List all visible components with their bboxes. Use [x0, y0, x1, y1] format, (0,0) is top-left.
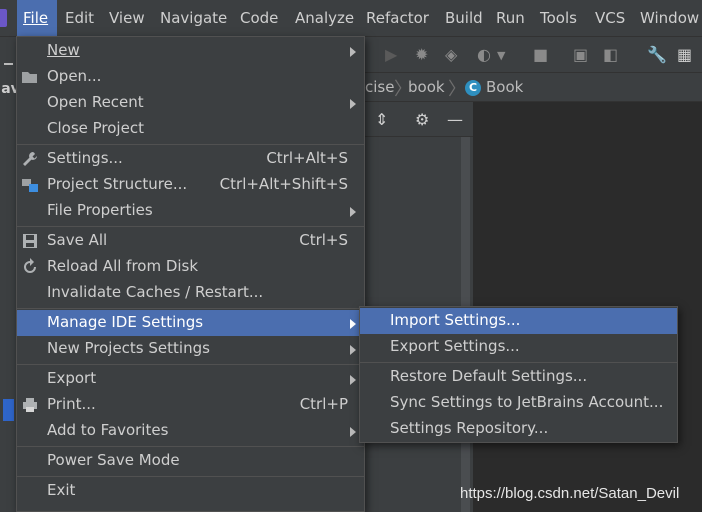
- menu-file[interactable]: File: [17, 0, 57, 36]
- reload-icon: [24, 258, 36, 273]
- menu-separator: [17, 476, 364, 477]
- menu-item-power-save-mode[interactable]: Power Save Mode: [17, 448, 364, 474]
- menu-item-project-structure[interactable]: Project Structure... Ctrl+Alt+Shift+S: [17, 172, 364, 198]
- submenu-arrow-icon: [350, 319, 356, 329]
- submenu-arrow-icon: [350, 99, 356, 109]
- selected-tool-marker: [3, 399, 14, 421]
- menu-item-open-recent[interactable]: Open Recent: [17, 90, 364, 116]
- debug-icon[interactable]: ✹: [415, 45, 428, 64]
- menu-item-exit[interactable]: Exit: [17, 478, 364, 504]
- project-structure-icon[interactable]: ▦: [677, 45, 692, 64]
- menu-analyze[interactable]: Analyze: [295, 0, 354, 36]
- menu-item-add-to-favorites[interactable]: Add to Favorites: [17, 418, 364, 444]
- folder-open-icon: [22, 72, 37, 83]
- coverage-icon[interactable]: ◈: [445, 45, 457, 64]
- minimize-icon[interactable]: —: [447, 110, 463, 129]
- menu-refactor[interactable]: Refactor: [366, 0, 429, 36]
- menu-item-new-projects-settings[interactable]: New Projects Settings: [17, 336, 364, 362]
- menu-code[interactable]: Code: [240, 0, 278, 36]
- build-icon[interactable]: ◧: [603, 45, 618, 64]
- menu-item-close-project[interactable]: Close Project: [17, 116, 364, 142]
- submenu-arrow-icon: [350, 345, 356, 355]
- breadcrumb: cise 〉 book 〉 Book: [365, 73, 702, 102]
- profile-icon[interactable]: ◐: [477, 45, 491, 64]
- menu-item-save-all[interactable]: Save All Ctrl+S: [17, 228, 364, 254]
- watermark-text: https://blog.csdn.net/Satan_Devil: [460, 485, 680, 502]
- save-icon: [23, 234, 37, 248]
- menu-tools[interactable]: Tools: [540, 0, 577, 36]
- project-panel-toolbar: ⇕ ⚙ —: [365, 102, 473, 137]
- menu-vcs[interactable]: VCS: [595, 0, 625, 36]
- menu-run[interactable]: Run: [496, 0, 525, 36]
- menu-bar: File Edit View Navigate Code Analyze Ref…: [0, 0, 702, 37]
- menu-separator: [17, 144, 364, 145]
- menu-build[interactable]: Build: [445, 0, 483, 36]
- breadcrumb-separator: 〉: [448, 79, 466, 100]
- menu-separator: [17, 226, 364, 227]
- menu-edit[interactable]: Edit: [65, 0, 94, 36]
- project-structure-icon: [22, 179, 38, 192]
- menu-window[interactable]: Window: [640, 0, 699, 36]
- breadcrumb-item[interactable]: cise: [365, 78, 394, 96]
- menu-item-open[interactable]: Open...: [17, 64, 364, 90]
- submenu-arrow-icon: [350, 47, 356, 57]
- menu-separator: [17, 308, 364, 309]
- strip-mark: [4, 63, 13, 65]
- class-icon: C: [465, 80, 481, 96]
- gear-icon[interactable]: ⚙: [415, 110, 429, 129]
- menu-item-export[interactable]: Export: [17, 366, 364, 392]
- run-icon[interactable]: ▶: [385, 45, 397, 64]
- manage-ide-settings-submenu: Import Settings... Export Settings... Re…: [359, 306, 678, 443]
- submenu-arrow-icon: [350, 207, 356, 217]
- submenu-item-sync-settings[interactable]: Sync Settings to JetBrains Account...: [360, 390, 677, 416]
- menu-item-manage-ide-settings[interactable]: Manage IDE Settings: [17, 310, 364, 336]
- wrench-icon: [23, 152, 37, 166]
- menu-item-invalidate-caches[interactable]: Invalidate Caches / Restart...: [17, 280, 364, 306]
- collapse-all-icon[interactable]: ⇕: [375, 110, 388, 129]
- submenu-item-settings-repository[interactable]: Settings Repository...: [360, 416, 677, 442]
- menu-item-file-properties[interactable]: File Properties: [17, 198, 364, 224]
- chevron-down-icon[interactable]: ▼: [497, 49, 505, 62]
- main-toolbar: ▶ ✹ ◈ ◐ ▼ ■ ▣ ◧ 🔧 ▦: [365, 37, 702, 73]
- menu-item-new[interactable]: New: [17, 38, 364, 64]
- menu-item-settings[interactable]: Settings... Ctrl+Alt+S: [17, 146, 364, 172]
- menu-item-print[interactable]: Print... Ctrl+P: [17, 392, 364, 418]
- menu-view[interactable]: View: [109, 0, 145, 36]
- file-menu: New Open... Open Recent Close Project Se…: [16, 36, 365, 512]
- wrench-icon[interactable]: 🔧: [647, 45, 667, 64]
- breadcrumb-item[interactable]: book: [408, 78, 445, 96]
- menu-navigate[interactable]: Navigate: [160, 0, 227, 36]
- submenu-item-import-settings[interactable]: Import Settings...: [360, 308, 677, 334]
- submenu-arrow-icon: [350, 375, 356, 385]
- app-logo-icon: [0, 9, 7, 27]
- menu-separator: [360, 362, 677, 363]
- device-icon[interactable]: ▣: [573, 45, 588, 64]
- submenu-item-export-settings[interactable]: Export Settings...: [360, 334, 677, 360]
- submenu-arrow-icon: [350, 427, 356, 437]
- menu-separator: [17, 364, 364, 365]
- left-tool-strip: Jav: [0, 37, 20, 512]
- breadcrumb-item[interactable]: Book: [486, 78, 523, 96]
- stop-icon[interactable]: ■: [533, 45, 548, 64]
- menu-item-reload-all[interactable]: Reload All from Disk: [17, 254, 364, 280]
- submenu-item-restore-default-settings[interactable]: Restore Default Settings...: [360, 364, 677, 390]
- print-icon: [23, 398, 37, 412]
- menu-separator: [17, 446, 364, 447]
